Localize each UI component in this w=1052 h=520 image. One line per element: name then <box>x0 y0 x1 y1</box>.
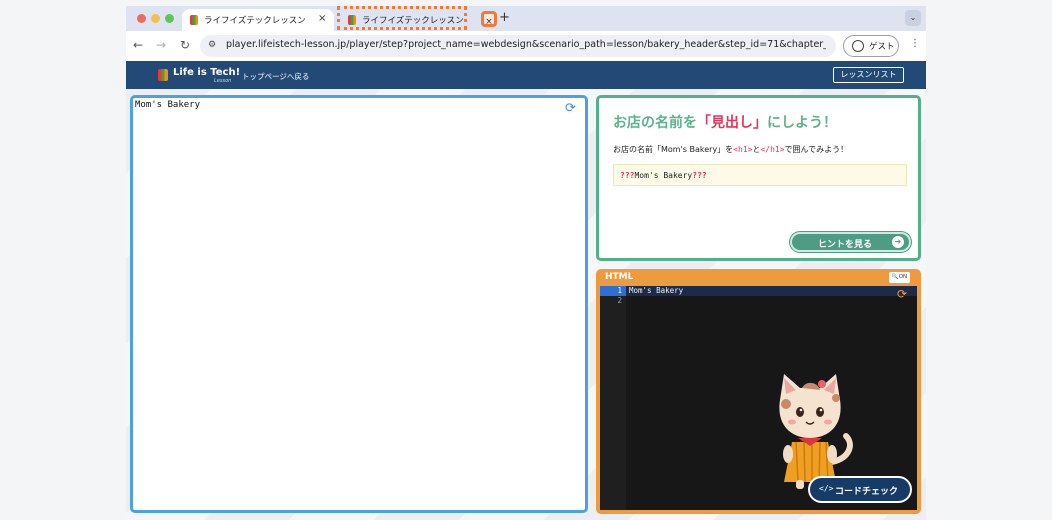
editor-reset-icon[interactable]: ⟳ <box>897 288 907 300</box>
tab-lifeistech-active[interactable]: ライフイズテックレッスン × <box>182 9 334 31</box>
lifeistech-favicon-icon <box>190 15 198 25</box>
code-line[interactable]: 2 <box>600 296 917 306</box>
logo-subtext: Lesson <box>214 78 232 84</box>
site-info-icon[interactable]: ⚙ <box>208 40 216 50</box>
screen: ライフイズテックレッスン × ライフイズテックレッスン × + ⌄ ← → ↻ … <box>0 0 1052 520</box>
url-text[interactable]: player.lifeistech-lesson.jp/player/step?… <box>226 39 826 50</box>
desc-pre: お店の名前「Mom's Bakery」を <box>613 145 734 154</box>
hint-label: ヒントを見る <box>818 240 873 250</box>
minimize-window-button[interactable] <box>151 14 160 23</box>
line-code[interactable]: Mom's Bakery <box>629 286 683 296</box>
lesson-list-button[interactable]: レッスンリスト <box>833 67 904 83</box>
new-tab-button[interactable]: + <box>499 10 510 25</box>
mission-description: お店の名前「Mom's Bakery」を<h1>と</h1>で囲んでみよう！ <box>613 144 848 155</box>
code-check-label: コードチェック <box>835 487 899 497</box>
tab-search-button[interactable]: ⌄ <box>905 10 921 26</box>
zoom-toggle-button[interactable]: 🔍ON <box>889 272 910 283</box>
line-number: 1 <box>600 286 626 296</box>
line-number: 2 <box>617 296 622 305</box>
tab-close-icon-highlighted[interactable]: × <box>481 11 497 27</box>
zoom-label: ON <box>898 274 908 280</box>
tab-title: ライフイズテックレッスン <box>362 16 464 26</box>
line-gutter <box>600 286 626 510</box>
arrow-right-icon: ➜ <box>892 236 904 248</box>
editor-title: HTML <box>605 272 634 282</box>
profile-label: ゲスト <box>869 42 895 52</box>
browser-toolbar: ← → ↻ ⚙ player.lifeistech-lesson.jp/play… <box>126 31 926 61</box>
address-bar[interactable]: ⚙ player.lifeistech-lesson.jp/player/ste… <box>200 35 836 57</box>
user-icon <box>852 40 864 52</box>
show-hint-button[interactable]: ヒントを見る ➜ <box>790 232 911 252</box>
desc-post: で囲んでみよう！ <box>784 145 849 154</box>
logo-text[interactable]: Life is Tech! <box>173 67 240 78</box>
example-placeholder-close: ??? <box>692 171 707 180</box>
back-to-top-link[interactable]: トップページへ戻る <box>242 71 309 82</box>
lesson-workspace: Mom's Bakery ⟳ お店の名前を「見出し」にしよう！ お店の名前「Mo… <box>126 89 926 520</box>
forward-arrow-icon[interactable]: → <box>156 38 166 52</box>
code-icon: </> <box>819 484 834 493</box>
tab-close-icon[interactable]: × <box>318 13 326 25</box>
mission-panel: お店の名前を「見出し」にしよう！ お店の名前「Mom's Bakery」を<h1… <box>596 95 921 261</box>
mission-title-post: にしよう！ <box>767 115 837 131</box>
maximize-window-button[interactable] <box>165 14 174 23</box>
browser-window: ライフイズテックレッスン × ライフイズテックレッスン × + ⌄ ← → ↻ … <box>126 6 926 520</box>
mission-title-pre: お店の名前を <box>613 115 697 131</box>
preview-panel: Mom's Bakery ⟳ <box>130 95 588 513</box>
code-editor[interactable]: 1 Mom's Bakery 2 ⟳ </> コードチェック <box>600 286 917 510</box>
example-text: Mom's Bakery <box>634 171 693 180</box>
html-editor-panel: HTML 🔍ON 1 Mom's Bakery 2 ⟳ </> コードチェック <box>596 269 921 514</box>
profile-button[interactable]: ゲスト <box>843 35 899 57</box>
h1-close-tag: </h1> <box>760 145 785 154</box>
tab-title: ライフイズテックレッスン <box>204 16 306 26</box>
code-check-button[interactable]: </> コードチェック <box>808 476 912 503</box>
code-line[interactable]: 1 Mom's Bakery <box>600 286 917 296</box>
tab-strip: ライフイズテックレッスン × ライフイズテックレッスン × + ⌄ <box>126 6 926 31</box>
example-placeholder-open: ??? <box>620 171 635 180</box>
reload-icon[interactable]: ↻ <box>180 38 190 52</box>
back-arrow-icon[interactable]: ← <box>133 38 143 52</box>
lifeistech-favicon-icon <box>348 15 356 25</box>
example-code-box: ???Mom's Bakery??? <box>613 164 907 186</box>
zoom-icon: 🔍 <box>891 274 899 280</box>
app-header: Life is Tech! Lesson トップページへ戻る レッスンリスト <box>126 61 926 89</box>
h1-open-tag: <h1> <box>733 145 753 154</box>
more-menu-icon[interactable]: ⋮ <box>910 39 920 49</box>
close-window-button[interactable] <box>137 14 146 23</box>
preview-text: Mom's Bakery <box>135 100 201 110</box>
tab-lifeistech-inactive[interactable]: ライフイズテックレッスン × <box>340 9 497 31</box>
logo-icon <box>158 69 168 81</box>
example-code: ???Mom's Bakery??? <box>620 171 707 180</box>
mission-title-highlight: 「見出し」 <box>697 115 767 131</box>
preview-refresh-icon[interactable]: ⟳ <box>565 102 576 116</box>
mission-title: お店の名前を「見出し」にしよう！ <box>613 112 837 132</box>
cat-mascot-illustration <box>779 374 853 489</box>
